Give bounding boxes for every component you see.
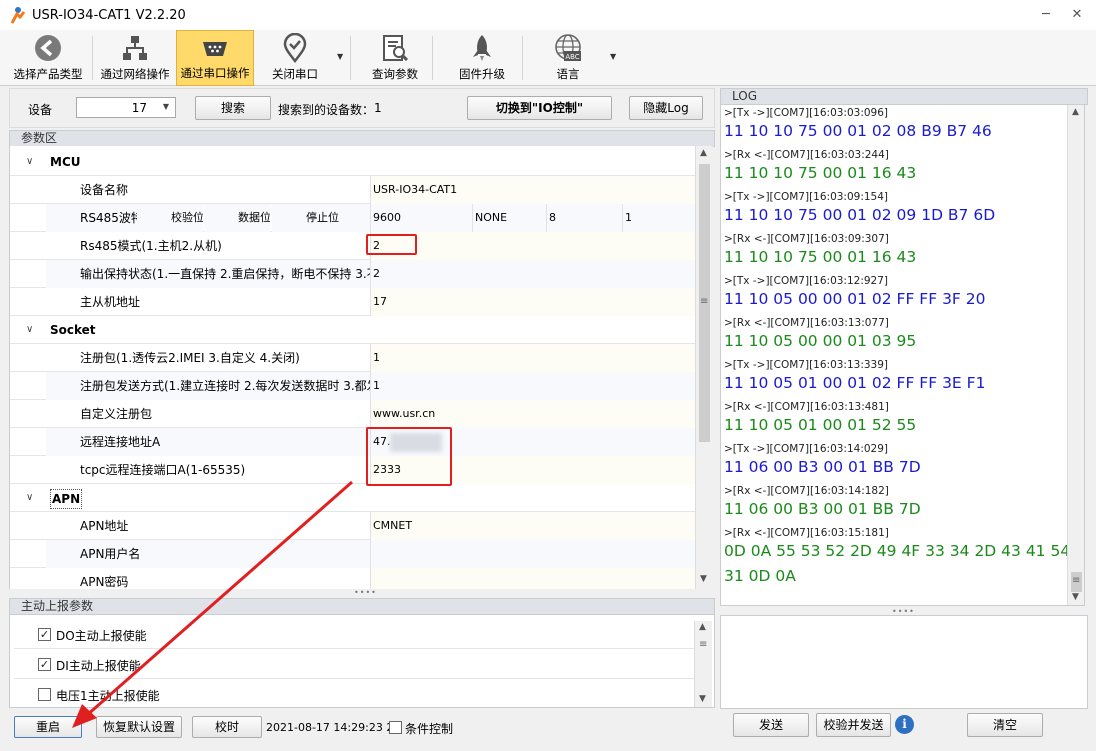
annotation-arrow <box>72 480 353 728</box>
